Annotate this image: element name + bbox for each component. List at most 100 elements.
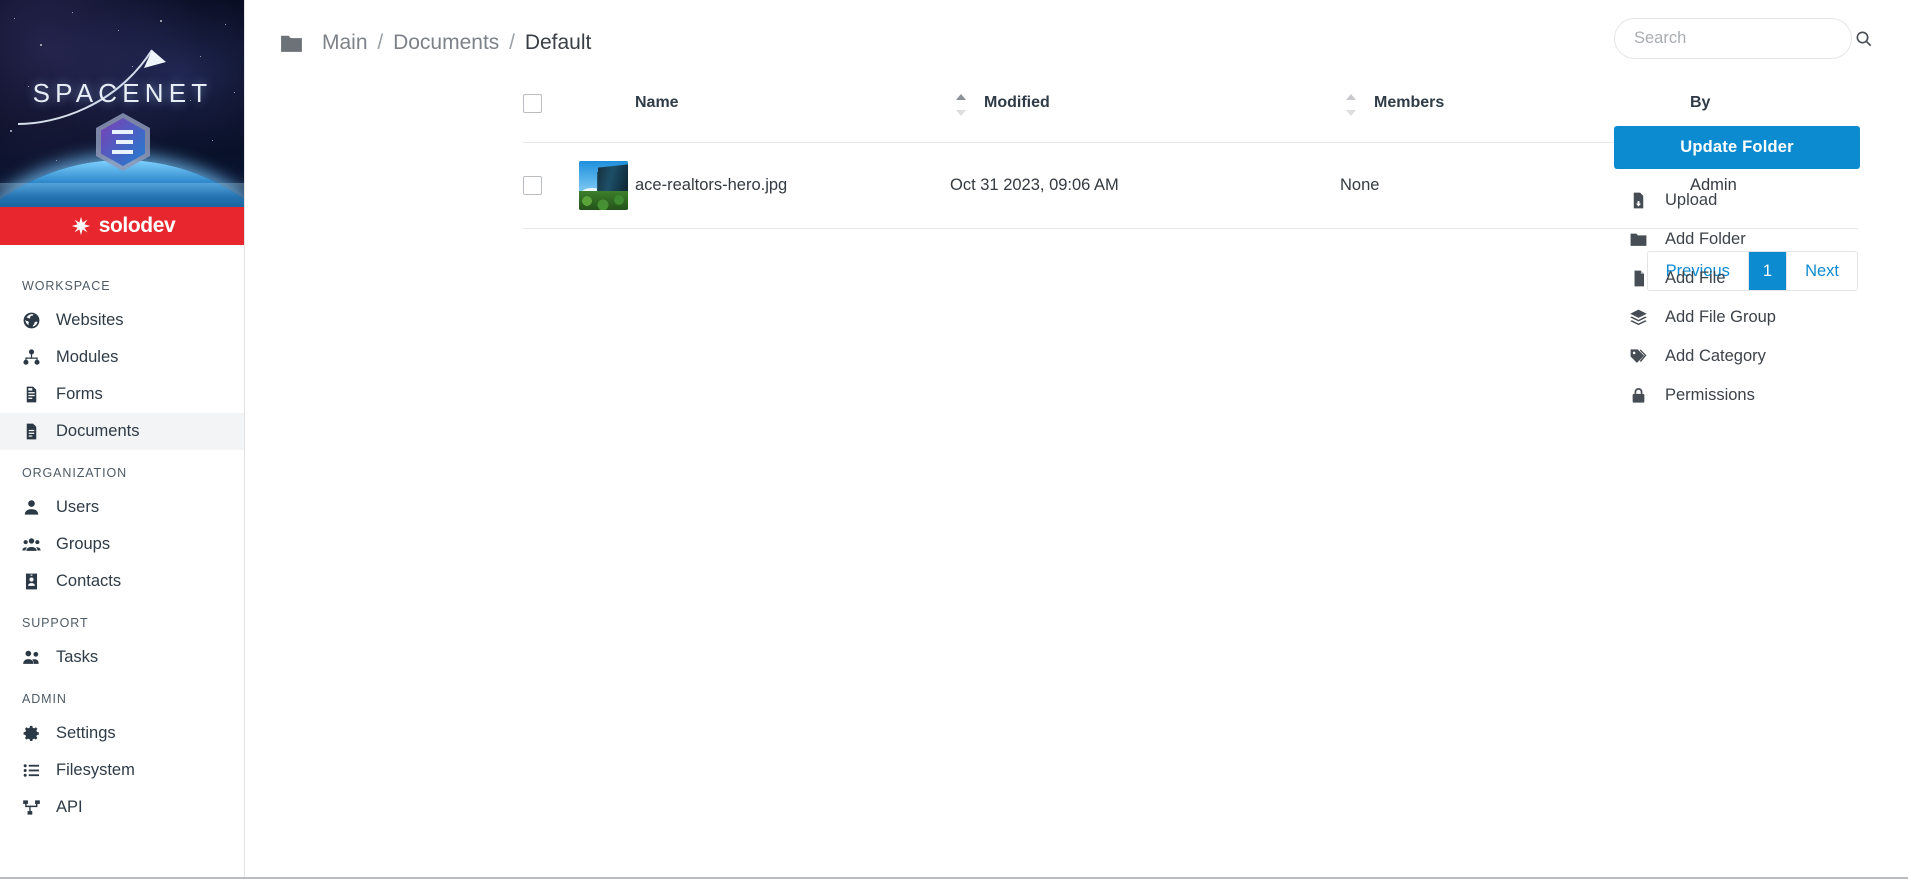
file-icon <box>1628 269 1649 288</box>
sidebar-item-label: Groups <box>56 535 111 553</box>
file-upload-icon <box>1628 191 1649 210</box>
action-permissions[interactable]: Permissions <box>1614 376 1860 415</box>
sort-descending-icon[interactable] <box>956 110 966 116</box>
cell-modified: Oct 31 2023, 09:06 AM <box>950 176 1119 194</box>
folder-icon <box>279 31 304 56</box>
action-label: Upload <box>1665 191 1718 209</box>
globe-icon <box>22 311 41 330</box>
sidebar-item-users[interactable]: Users <box>0 489 244 526</box>
breadcrumb-item-documents[interactable]: Documents <box>393 31 499 54</box>
sidebar-item-documents[interactable]: Documents <box>0 413 244 450</box>
sidebar-item-settings[interactable]: Settings <box>0 715 244 752</box>
office-building-photo-thumbnail[interactable] <box>579 161 628 210</box>
action-label: Add File Group <box>1665 308 1776 326</box>
sort-ascending-icon[interactable] <box>956 94 966 100</box>
solodev-footer-bar: solodev <box>0 207 244 245</box>
column-header-name[interactable]: Name <box>635 86 950 143</box>
row-checkbox[interactable] <box>523 176 542 195</box>
action-add-file-group[interactable]: Add File Group <box>1614 298 1860 337</box>
action-list: Upload Add Folder Add File Add File Grou… <box>1614 181 1860 415</box>
sort-descending-icon[interactable] <box>1346 110 1356 116</box>
breadcrumb-separator: / <box>377 31 384 54</box>
gear-icon <box>22 724 41 743</box>
sitemap-icon <box>22 798 41 817</box>
users-group-icon <box>22 535 41 554</box>
action-add-file[interactable]: Add File <box>1614 259 1860 298</box>
breadcrumb-separator: / <box>509 31 515 54</box>
action-label: Permissions <box>1665 386 1755 404</box>
action-label: Add Category <box>1665 347 1766 365</box>
sort-toggle-modified[interactable] <box>1340 94 1370 120</box>
row-select-cell <box>523 143 579 229</box>
sidebar-item-tasks[interactable]: Tasks <box>0 639 244 676</box>
document-icon <box>22 422 41 441</box>
search-input[interactable] <box>1634 29 1854 48</box>
brand-logo[interactable]: SPACENET solodev <box>0 0 244 245</box>
layers-icon <box>1628 308 1649 327</box>
contact-card-icon <box>22 572 41 591</box>
column-label-modified: Modified <box>984 94 1050 111</box>
action-add-category[interactable]: Add Category <box>1614 337 1860 376</box>
app-root: SPACENET solodev WORKSPACE Websites Modu… <box>0 0 1908 879</box>
search-box[interactable] <box>1614 18 1872 59</box>
sidebar-item-label: Tasks <box>56 648 99 666</box>
sidebar-item-label: Websites <box>56 311 124 329</box>
sidebar-item-contacts[interactable]: Contacts <box>0 563 244 600</box>
sidebar-item-modules[interactable]: Modules <box>0 339 244 376</box>
tasks-users-icon <box>22 648 41 667</box>
column-label-name: Name <box>635 94 679 111</box>
modules-icon <box>22 348 41 367</box>
sort-ascending-icon[interactable] <box>1346 94 1356 100</box>
brand-wordmark: SPACENET <box>32 78 213 108</box>
sidebar-item-label: Modules <box>56 348 119 366</box>
nav-section-admin: ADMIN <box>22 692 67 706</box>
column-label-by: By <box>1690 94 1711 111</box>
form-icon <box>22 385 41 404</box>
left-sidebar: SPACENET solodev WORKSPACE Websites Modu… <box>0 0 245 879</box>
breadcrumb-item-default: Default <box>524 31 592 54</box>
action-add-folder[interactable]: Add Folder <box>1614 220 1860 259</box>
cell-name[interactable]: ace-realtors-hero.jpg <box>635 143 950 229</box>
main-content: Main / Documents / Default Search Name M… <box>245 0 1908 879</box>
sidebar-item-filesystem[interactable]: Filesystem <box>0 752 244 789</box>
folder-icon <box>1628 230 1649 249</box>
sidebar-nav: WORKSPACE Websites Modules Forms Documen… <box>0 245 244 826</box>
sidebar-item-label: Settings <box>56 724 116 742</box>
breadcrumb-item-main[interactable]: Main <box>322 31 368 54</box>
sidebar-item-api[interactable]: API <box>0 789 244 826</box>
sort-toggle-name[interactable] <box>950 94 980 120</box>
solodev-wordmark: solodev <box>98 214 176 237</box>
lock-icon <box>1628 386 1649 405</box>
atmosphere-glow <box>0 183 244 197</box>
breadcrumb: Main / Documents / Default <box>322 31 591 55</box>
sidebar-item-label: Documents <box>56 422 140 440</box>
nav-section-organization: ORGANIZATION <box>22 466 128 480</box>
sidebar-item-label: Users <box>56 498 100 516</box>
action-rail: Update Folder Upload Add Folder Add File… <box>1614 126 1860 415</box>
search-icon[interactable] <box>1854 29 1874 49</box>
action-upload[interactable]: Upload <box>1614 181 1860 220</box>
thumbnail-header-cell <box>579 86 635 143</box>
user-icon <box>22 498 41 517</box>
column-label-members: Members <box>1374 94 1445 111</box>
sidebar-item-groups[interactable]: Groups <box>0 526 244 563</box>
action-label: Add Folder <box>1665 230 1746 248</box>
tag-icon <box>1628 347 1649 366</box>
update-folder-button[interactable]: Update Folder <box>1614 126 1860 169</box>
sidebar-item-label: Contacts <box>56 572 122 590</box>
column-header-modified[interactable]: Modified <box>950 86 1340 143</box>
sidebar-item-label: Filesystem <box>56 761 135 779</box>
select-all-cell <box>523 86 579 143</box>
sidebar-item-label: Forms <box>56 385 103 403</box>
sidebar-item-websites[interactable]: Websites <box>0 302 244 339</box>
spacenet-hex-badge-icon <box>95 113 150 171</box>
sidebar-item-forms[interactable]: Forms <box>0 376 244 413</box>
nav-section-support: SUPPORT <box>22 616 89 630</box>
sidebar-item-label: API <box>56 798 83 816</box>
action-label: Add File <box>1665 269 1726 287</box>
select-all-checkbox[interactable] <box>523 94 542 113</box>
list-icon <box>22 761 41 780</box>
row-thumbnail-cell <box>579 143 635 229</box>
solodev-asterisk-icon <box>71 216 90 236</box>
nav-section-workspace: WORKSPACE <box>22 279 111 293</box>
